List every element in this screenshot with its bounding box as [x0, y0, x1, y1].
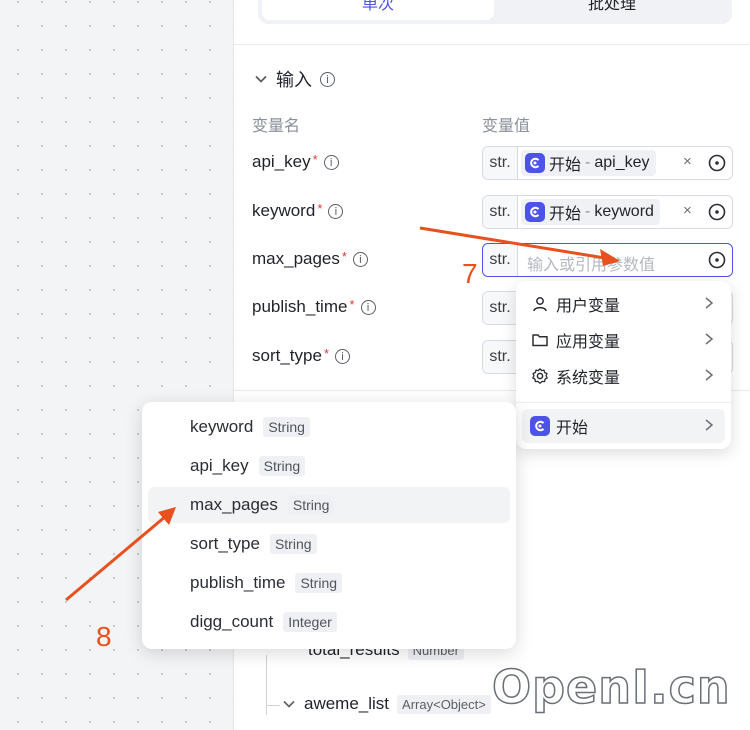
chevron-right-icon [705, 333, 714, 345]
user-icon [530, 294, 550, 314]
value-field-keyword[interactable]: str. 开始 - keyword × [482, 195, 733, 229]
info-icon[interactable]: i [352, 251, 368, 267]
input-section-header[interactable]: 输入 i [254, 66, 335, 92]
start-node-icon [525, 202, 545, 222]
chevron-right-icon [705, 297, 714, 309]
column-header-value: 变量值 [482, 118, 531, 135]
info-icon[interactable]: i [320, 71, 335, 87]
type-tag[interactable]: str. [483, 244, 518, 276]
required-mark: * [317, 201, 323, 216]
divider [234, 44, 750, 45]
reference-chip[interactable]: 开始 - keyword [521, 199, 660, 225]
start-node-icon [525, 153, 545, 173]
input-name-max-pages: max_pages * i [252, 249, 368, 269]
run-mode-switch: 单次 批处理 [258, 0, 732, 24]
info-icon[interactable]: i [323, 154, 339, 170]
start-node-icon [530, 416, 550, 436]
input-name-publish-time: publish_time * i [252, 297, 376, 317]
type-badge: Integer [283, 612, 337, 632]
type-badge: String [258, 456, 306, 476]
gear-icon [530, 366, 550, 386]
clear-reference-icon[interactable]: × [683, 202, 692, 219]
clear-reference-icon[interactable]: × [683, 153, 692, 170]
type-tag[interactable]: str. [483, 196, 518, 228]
column-header-name: 变量名 [252, 118, 301, 135]
type-badge: String [287, 495, 335, 515]
menu-item-system-variables[interactable]: 系统变量 [522, 359, 725, 393]
menu-item-app-variables[interactable]: 应用变量 [522, 323, 725, 357]
value-field-api-key[interactable]: str. 开始 - api_key × [482, 146, 733, 180]
tab-batch[interactable]: 批处理 [496, 0, 728, 20]
type-tag[interactable]: str. [483, 292, 518, 324]
type-badge: Array<Object> [397, 694, 491, 714]
menu-divider [516, 402, 731, 403]
input-section-title: 输入 [276, 70, 312, 90]
list-item-publish-time[interactable]: publish_time String [148, 565, 510, 601]
start-node-variable-list: keyword String api_key String max_pages … [142, 402, 516, 649]
required-mark: * [349, 297, 355, 312]
tab-single[interactable]: 单次 [262, 0, 494, 20]
step-annotation-8: 8 [96, 621, 112, 652]
chevron-down-icon[interactable] [282, 697, 296, 711]
chevron-right-icon [705, 419, 714, 431]
watermark: OpenI.cn [491, 659, 731, 715]
input-name-sort-type: sort_type * i [252, 346, 350, 366]
step-annotation-7: 7 [462, 258, 478, 289]
value-placeholder: 输入或引用参数值 [527, 257, 656, 274]
list-item-max-pages[interactable]: max_pages String [148, 487, 510, 523]
type-badge: String [269, 534, 317, 554]
variable-source-menu: 用户变量 应用变量 系统变量 开始 [516, 281, 731, 449]
output-field-aweme-list[interactable]: aweme_list Array<Object> [282, 694, 491, 714]
info-icon[interactable]: i [360, 299, 376, 315]
chevron-down-icon[interactable] [254, 72, 268, 86]
list-item-digg-count[interactable]: digg_count Integer [148, 604, 510, 640]
info-icon[interactable]: i [328, 203, 344, 219]
required-mark: * [341, 249, 347, 264]
type-tag[interactable]: str. [483, 341, 518, 373]
variable-picker-icon[interactable] [708, 203, 726, 221]
tree-line [266, 705, 280, 706]
type-badge: String [263, 417, 310, 437]
menu-item-user-variables[interactable]: 用户变量 [522, 287, 725, 321]
chevron-right-icon [705, 369, 714, 381]
start-node-icon-wrap [530, 416, 550, 436]
variable-picker-icon[interactable] [708, 154, 726, 172]
value-field-max-pages[interactable]: str. 输入或引用参数值 [482, 243, 733, 277]
tree-line [266, 655, 267, 715]
type-badge: String [295, 573, 343, 593]
list-item-keyword[interactable]: keyword String [148, 409, 510, 445]
type-tag[interactable]: str. [483, 147, 518, 179]
list-item-sort-type[interactable]: sort_type String [148, 526, 510, 562]
input-name-api-key: api_key * i [252, 152, 339, 172]
reference-chip[interactable]: 开始 - api_key [521, 150, 656, 176]
folder-icon [530, 330, 550, 350]
required-mark: * [323, 346, 329, 361]
required-mark: * [312, 152, 318, 167]
menu-item-start-node[interactable]: 开始 [522, 409, 725, 443]
list-item-api-key[interactable]: api_key String [148, 448, 510, 484]
variable-picker-icon[interactable] [708, 251, 726, 269]
input-name-keyword: keyword * i [252, 201, 344, 221]
info-icon[interactable]: i [335, 348, 350, 364]
